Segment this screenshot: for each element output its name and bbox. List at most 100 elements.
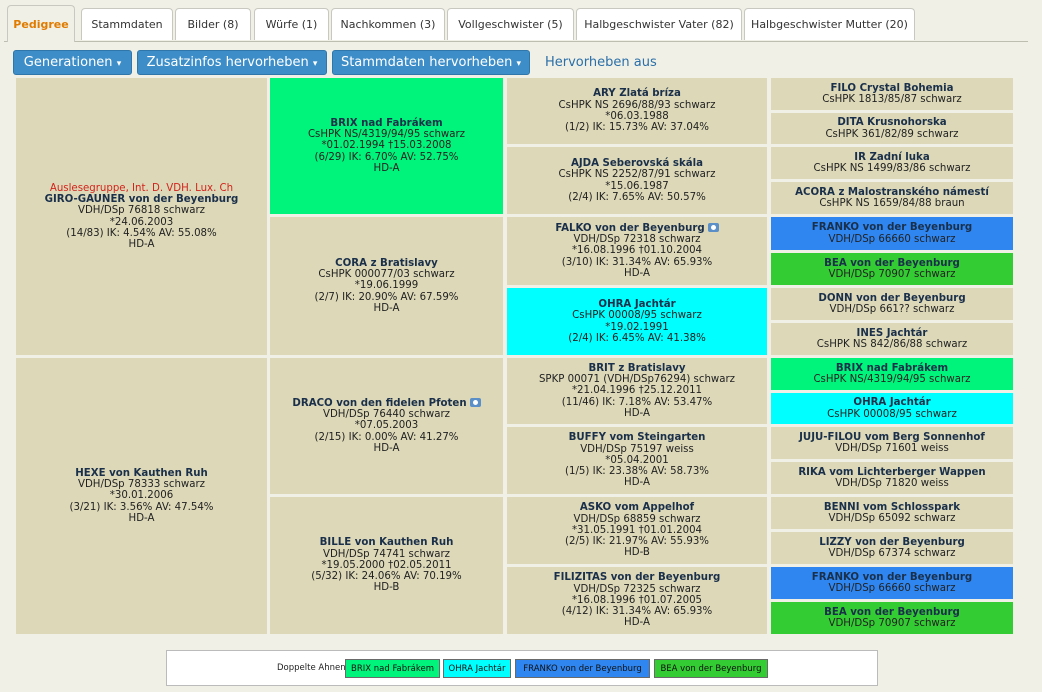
tab-halbgeschwister-mutter[interactable]: Halbgeschwister Mutter (20) <box>744 8 915 40</box>
dog-name[interactable]: ARY Zlatá bríza <box>593 88 681 99</box>
dog-name[interactable]: FILO Crystal Bohemia <box>831 83 954 94</box>
dog-name[interactable]: OHRA Jachtár <box>853 397 930 408</box>
dog-name[interactable]: CORA z Bratislavy <box>335 258 438 269</box>
highlight-off-link[interactable]: Hervorheben aus <box>545 50 657 75</box>
ancestor-g4-15[interactable]: FRANKO von der Beyenburg VDH/DSp 66660 s… <box>771 567 1013 599</box>
ancestor-g4-9[interactable]: BRIX nad Fabrákem CsHPK NS/4319/94/95 sc… <box>771 358 1013 390</box>
dog-name[interactable]: DONN von der Beyenburg <box>818 293 965 304</box>
tab-wuerfe[interactable]: Würfe (1) <box>254 8 329 40</box>
camera-icon[interactable] <box>469 397 481 407</box>
ancestor-g4-16[interactable]: BEA von der Beyenburg VDH/DSp 70907 schw… <box>771 602 1013 634</box>
dog-detail: *19.05.2000 †02.05.2011 <box>321 559 452 571</box>
dog-name[interactable]: BENNI vom Schlosspark <box>824 502 960 513</box>
ancestor-g4-10[interactable]: OHRA Jachtár CsHPK 00008/95 schwarz <box>771 393 1013 424</box>
dog-name[interactable]: GIRO-GAUNER von der Beyenburg <box>45 194 239 205</box>
ancestor-g3-1[interactable]: ARY Zlatá bríza CsHPK NS 2696/88/93 schw… <box>507 78 767 144</box>
chevron-down-icon: ▾ <box>312 59 318 69</box>
tab-halbgeschwister-vater[interactable]: Halbgeschwister Vater (82) <box>576 8 742 40</box>
tab-nachkommen[interactable]: Nachkommen (3) <box>331 8 445 40</box>
dog-detail: CsHPK 000077/03 schwarz <box>318 269 455 281</box>
dog-detail: *31.05.1991 †01.01.2004 <box>571 524 703 536</box>
ancestor-g4-8[interactable]: INES Jachtár CsHPK NS 842/86/88 schwarz <box>771 323 1013 355</box>
ancestor-g3-7[interactable]: ASKO vom Appelhof VDH/DSp 68859 schwarz … <box>507 497 767 564</box>
ancestor-g3-4[interactable]: OHRA Jachtár CsHPK 00008/95 schwarz *19.… <box>507 288 767 355</box>
dog-name[interactable]: BRIX nad Fabrákem <box>836 363 948 374</box>
dog-name[interactable]: DRACO von den fidelen Pfoten <box>292 398 466 409</box>
dog-name[interactable]: FILIZITAS von der Beyenburg <box>554 572 721 583</box>
legend-item-franko: FRANKO von der Beyenburg <box>515 659 650 678</box>
dog-detail: VDH/DSp 65092 schwarz <box>828 513 956 524</box>
ancestor-g4-11[interactable]: JUJU-FILOU vom Berg Sonnenhof VDH/DSp 71… <box>771 427 1013 459</box>
dog-name[interactable]: BUFFY vom Steingarten <box>569 432 706 443</box>
dog-name[interactable]: ACORA z Malostranského námestí <box>795 187 989 198</box>
dog-detail: HD-A <box>624 267 650 279</box>
ancestor-g2-2[interactable]: CORA z Bratislavy CsHPK 000077/03 schwar… <box>270 217 503 355</box>
ancestor-g3-3[interactable]: FALKO von der Beyenburg VDH/DSp 72318 sc… <box>507 217 767 285</box>
ancestor-g3-6[interactable]: BUFFY vom Steingarten VDH/DSp 75197 weis… <box>507 427 767 494</box>
ancestor-g2-3[interactable]: DRACO von den fidelen Pfoten VDH/DSp 764… <box>270 358 503 494</box>
ancestor-g2-4[interactable]: BILLE von Kauthen Ruh VDH/DSp 74741 schw… <box>270 497 503 634</box>
dog-name[interactable]: ASKO vom Appelhof <box>580 502 694 513</box>
dog-name[interactable]: IR Zadní luka <box>854 152 929 163</box>
dog-detail: (1/2) IK: 15.73% AV: 37.04% <box>565 122 709 134</box>
dog-detail: *19.02.1991 <box>605 321 669 333</box>
ancestor-g4-7[interactable]: DONN von der Beyenburg VDH/DSp 661?? sch… <box>771 288 1013 320</box>
ancestor-g3-8[interactable]: FILIZITAS von der Beyenburg VDH/DSp 7232… <box>507 567 767 634</box>
dog-detail: *16.08.1996 †01.10.2004 <box>571 245 703 257</box>
camera-icon[interactable] <box>707 222 719 232</box>
dog-name[interactable]: BILLE von Kauthen Ruh <box>320 537 454 548</box>
tab-vollgeschwister[interactable]: Vollgeschwister (5) <box>447 8 574 40</box>
dog-detail: (3/21) IK: 3.56% AV: 47.54% <box>69 501 214 513</box>
dog-detail: *19.06.1999 <box>354 280 419 292</box>
ancestor-g3-2[interactable]: AJDA Seberovská skála CsHPK NS 2252/87/9… <box>507 147 767 214</box>
ancestor-g4-3[interactable]: IR Zadní luka CsHPK NS 1499/83/86 schwar… <box>771 147 1013 179</box>
dog-name[interactable]: INES Jachtár <box>857 328 928 339</box>
ancestor-g2-1[interactable]: BRIX nad Fabrákem CsHPK NS/4319/94/95 sc… <box>270 78 503 214</box>
dog-name[interactable]: FRANKO von der Beyenburg <box>812 222 972 233</box>
ancestor-g4-6[interactable]: BEA von der Beyenburg VDH/DSp 70907 schw… <box>771 253 1013 285</box>
master-data-dropdown-button[interactable]: Stammdaten hervorheben ▾ <box>332 50 530 75</box>
dog-name[interactable]: AJDA Seberovská skála <box>571 158 703 169</box>
dog-name[interactable]: RIKA vom Lichterberger Wappen <box>798 467 985 478</box>
ancestor-g3-5[interactable]: BRIT z Bratislavy SPKP 00071 (VDH/DSp762… <box>507 358 767 424</box>
tab-pedigree[interactable]: Pedigree <box>7 5 75 42</box>
dog-detail: HD-A <box>624 617 650 629</box>
tab-bilder[interactable]: Bilder (8) <box>175 8 251 40</box>
generations-dropdown-button[interactable]: Generationen ▾ <box>13 50 132 75</box>
title-extra: Auslesegruppe, Int. D. VDH. Lux. Ch <box>49 182 234 194</box>
dog-name[interactable]: DITA Krusnohorska <box>837 117 946 128</box>
dog-name[interactable]: BEA von der Beyenburg <box>824 607 960 618</box>
dog-detail: CsHPK NS 842/86/88 schwarz <box>816 339 968 350</box>
dog-name[interactable]: HEXE von Kauthen Ruh <box>75 468 208 479</box>
dog-name[interactable]: FRANKO von der Beyenburg <box>812 572 972 583</box>
dog-detail: *24.06.2003 <box>109 216 174 228</box>
ancestor-g4-14[interactable]: LIZZY von der Beyenburg VDH/DSp 67374 sc… <box>771 532 1013 564</box>
dog-detail: CsHPK NS/4319/94/95 schwarz <box>813 374 971 385</box>
tab-stammdaten[interactable]: Stammdaten <box>81 8 173 40</box>
ancestor-g4-1[interactable]: FILO Crystal Bohemia CsHPK 1813/85/87 sc… <box>771 78 1013 110</box>
ancestor-dam[interactable]: HEXE von Kauthen Ruh VDH/DSp 78333 schwa… <box>16 358 267 634</box>
dog-detail: HD-A <box>624 407 650 419</box>
dog-detail: VDH/DSp 76818 schwarz <box>77 205 206 217</box>
ancestor-g4-4[interactable]: ACORA z Malostranského námestí CsHPK NS … <box>771 182 1013 214</box>
ancestor-g4-13[interactable]: BENNI vom Schlosspark VDH/DSp 65092 schw… <box>771 497 1013 529</box>
generations-label: Generationen <box>23 55 113 70</box>
ancestor-g4-12[interactable]: RIKA vom Lichterberger Wappen VDH/DSp 71… <box>771 462 1013 494</box>
dog-name[interactable]: BEA von der Beyenburg <box>824 258 960 269</box>
ancestor-sire[interactable]: Auslesegruppe, Int. D. VDH. Lux. Ch GIRO… <box>16 78 267 355</box>
chevron-down-icon: ▾ <box>516 59 522 69</box>
dog-detail: HD-B <box>373 582 400 594</box>
dog-detail: VDH/DSp 72318 schwarz <box>573 234 701 246</box>
dog-detail: HD-A <box>373 302 400 314</box>
dog-detail: VDH/DSp 72325 schwarz <box>573 583 701 595</box>
dog-name[interactable]: BRIX nad Fabrákem <box>330 118 442 129</box>
ancestor-g4-5[interactable]: FRANKO von der Beyenburg VDH/DSp 66660 s… <box>771 217 1013 250</box>
dog-detail: VDH/DSp 68859 schwarz <box>573 513 701 525</box>
ancestor-g4-2[interactable]: DITA Krusnohorska CsHPK 361/82/89 schwar… <box>771 113 1013 144</box>
dog-name[interactable]: FALKO von der Beyenburg <box>555 223 704 234</box>
dog-name[interactable]: OHRA Jachtár <box>598 299 675 310</box>
dog-name[interactable]: LIZZY von der Beyenburg <box>819 537 965 548</box>
dog-name[interactable]: JUJU-FILOU vom Berg Sonnenhof <box>799 432 985 443</box>
extra-info-dropdown-button[interactable]: Zusatzinfos hervorheben ▾ <box>137 50 327 75</box>
dog-name[interactable]: BRIT z Bratislavy <box>588 363 685 374</box>
